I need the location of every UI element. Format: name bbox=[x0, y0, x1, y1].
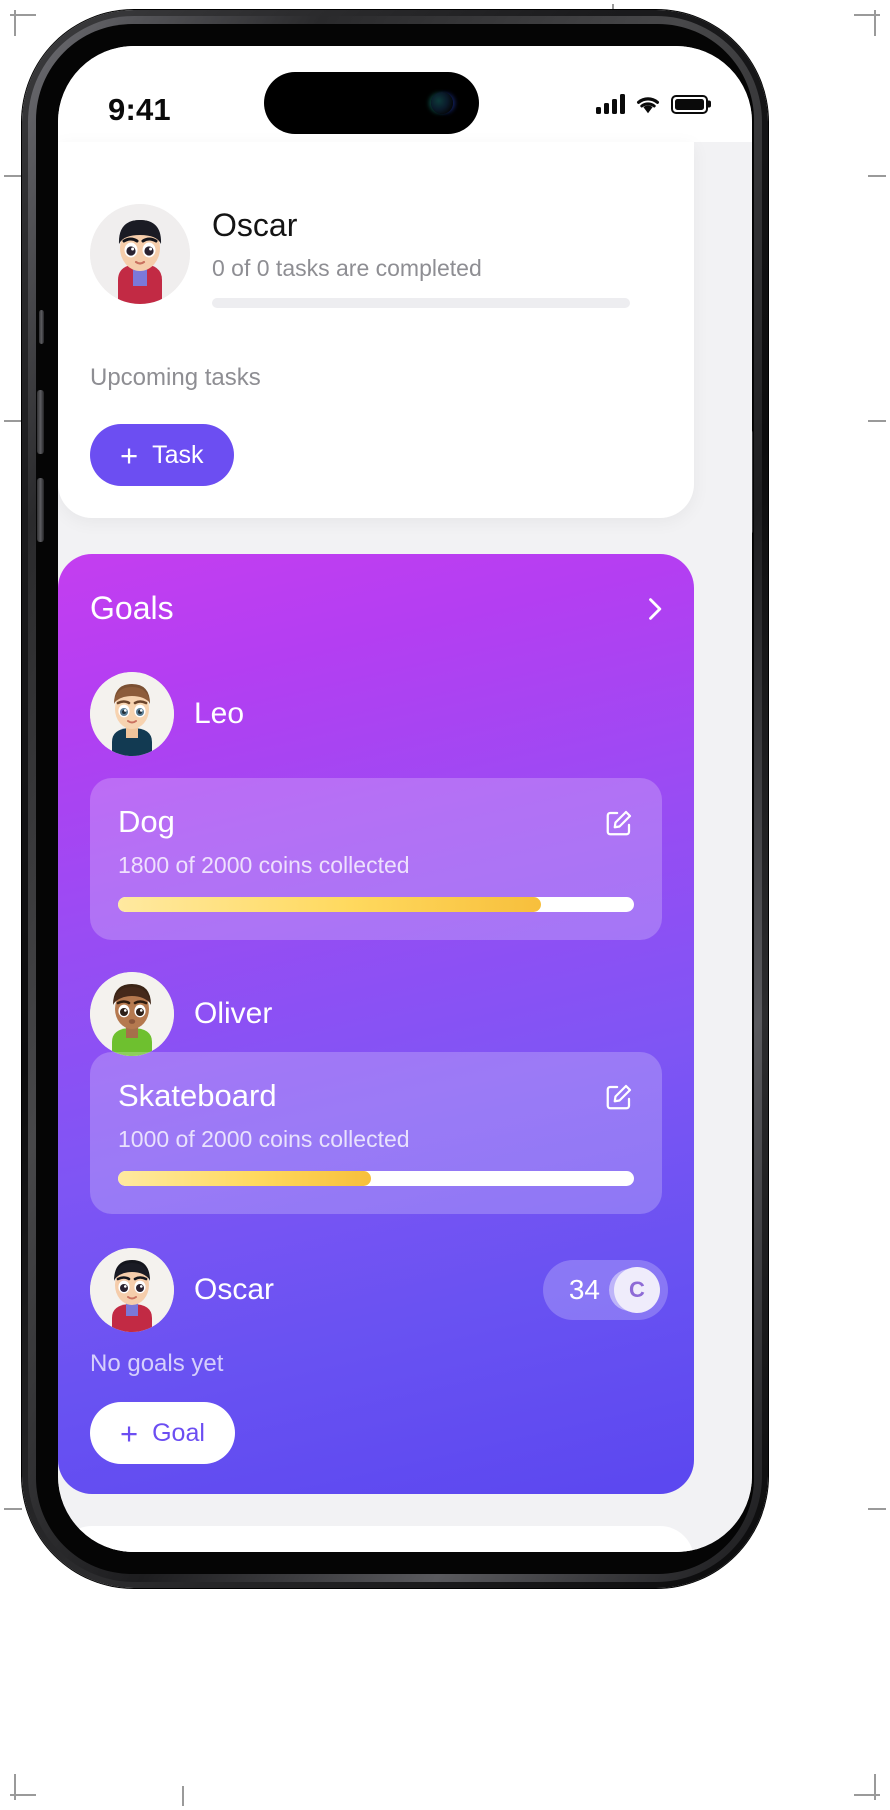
profile-row: Oscar 0 of 0 tasks are completed bbox=[90, 204, 630, 309]
status-indicators bbox=[596, 94, 708, 114]
leo-avatar[interactable] bbox=[90, 672, 174, 756]
oliver-avatar[interactable] bbox=[90, 972, 174, 1056]
battery-icon bbox=[671, 94, 708, 114]
add-task-label: Task bbox=[152, 440, 204, 469]
add-goal-label: Goal bbox=[152, 1418, 205, 1447]
goal-progress-bar bbox=[118, 1171, 634, 1186]
phone-frame: 9:41 Oscar 0 of 0 tasks are completed Up… bbox=[22, 10, 768, 1588]
crop-mark bbox=[182, 1786, 184, 1806]
upcoming-tasks-label: Upcoming tasks bbox=[90, 364, 261, 391]
profile-tasks-summary: 0 of 0 tasks are completed bbox=[212, 255, 482, 282]
oscar-avatar[interactable] bbox=[90, 1248, 174, 1332]
add-goal-button[interactable]: + Goal bbox=[90, 1402, 235, 1464]
crop-mark bbox=[868, 175, 886, 177]
crop-mark bbox=[854, 14, 880, 16]
crop-mark bbox=[4, 175, 22, 177]
goal-card-dog[interactable]: Dog 1800 of 2000 coins collected bbox=[90, 778, 662, 940]
crop-mark bbox=[868, 1508, 886, 1510]
status-clock: 9:41 bbox=[108, 92, 171, 127]
coin-symbol: C bbox=[629, 1277, 645, 1302]
crop-mark bbox=[4, 1508, 22, 1510]
goal-title: Skateboard bbox=[118, 1078, 277, 1113]
profile-progress-bar bbox=[212, 298, 630, 309]
goals-header: Goals bbox=[90, 590, 668, 627]
no-goals-text: No goals yet bbox=[90, 1350, 224, 1377]
goal-card-skateboard[interactable]: Skateboard 1000 of 2000 coins collected bbox=[90, 1052, 662, 1214]
crop-mark bbox=[868, 420, 886, 422]
goal-card-header: Dog bbox=[118, 804, 634, 840]
crop-mark bbox=[14, 10, 16, 36]
child-name: Oscar bbox=[194, 1273, 275, 1306]
phone-screen: 9:41 Oscar 0 of 0 tasks are completed Up… bbox=[58, 46, 752, 1552]
profile-card: Oscar 0 of 0 tasks are completed Upcomin… bbox=[58, 142, 694, 518]
crop-mark bbox=[14, 1774, 16, 1800]
chevron-right-icon[interactable] bbox=[640, 595, 668, 623]
crop-mark bbox=[4, 420, 22, 422]
edit-pencil-icon[interactable] bbox=[604, 808, 634, 838]
child-row-leo[interactable]: Leo bbox=[90, 672, 668, 756]
goals-card: Goals Leo Dog 1800 of 2000 coins collect… bbox=[58, 554, 694, 1494]
next-card-peek bbox=[58, 1526, 694, 1552]
coin-icon: C bbox=[614, 1267, 660, 1313]
child-row-oscar[interactable]: Oscar 34 C bbox=[90, 1248, 668, 1332]
goal-card-header: Skateboard bbox=[118, 1078, 634, 1114]
profile-name: Oscar bbox=[212, 207, 298, 243]
profile-texts: Oscar 0 of 0 tasks are completed bbox=[212, 204, 630, 309]
scroll-content[interactable]: Oscar 0 of 0 tasks are completed Upcomin… bbox=[58, 142, 752, 1552]
volume-up-button[interactable] bbox=[37, 390, 44, 454]
plus-icon: + bbox=[120, 1415, 139, 1451]
front-camera-icon bbox=[431, 92, 453, 114]
oscar-avatar[interactable] bbox=[90, 204, 190, 304]
goal-progress-bar bbox=[118, 897, 634, 912]
cellular-signal-icon bbox=[596, 94, 625, 114]
status-bar: 9:41 bbox=[58, 46, 752, 142]
wifi-icon bbox=[637, 97, 659, 114]
goals-title: Goals bbox=[90, 590, 174, 626]
silent-switch[interactable] bbox=[39, 310, 44, 344]
goal-title: Dog bbox=[118, 804, 175, 839]
plus-icon: + bbox=[120, 437, 139, 473]
child-name: Oliver bbox=[194, 997, 273, 1030]
goal-progress-text: 1800 of 2000 coins collected bbox=[118, 852, 410, 878]
child-name: Leo bbox=[194, 697, 245, 730]
child-row-oliver[interactable]: Oliver bbox=[90, 972, 668, 1056]
crop-mark bbox=[854, 1794, 880, 1796]
coins-count: 34 bbox=[568, 1274, 600, 1305]
crop-mark bbox=[874, 10, 876, 36]
crop-mark bbox=[874, 1774, 876, 1800]
screenshot-stage: 9:41 Oscar 0 of 0 tasks are completed Up… bbox=[0, 0, 890, 1810]
goal-progress-text: 1000 of 2000 coins collected bbox=[118, 1126, 410, 1152]
volume-down-button[interactable] bbox=[37, 478, 44, 542]
edit-pencil-icon[interactable] bbox=[604, 1082, 634, 1112]
dynamic-island bbox=[264, 72, 479, 134]
add-task-button[interactable]: + Task bbox=[90, 424, 234, 486]
coins-badge[interactable]: 34 C bbox=[542, 1260, 668, 1320]
